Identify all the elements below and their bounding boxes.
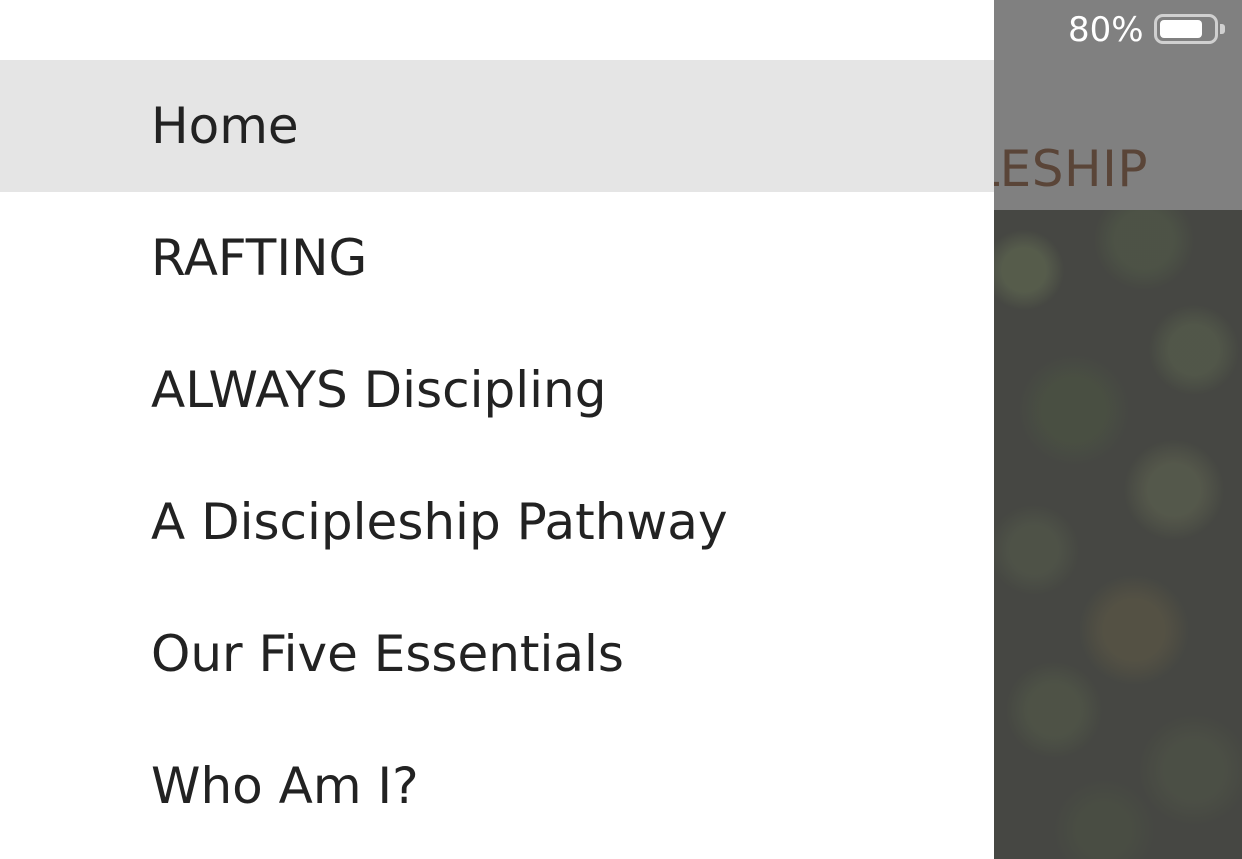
- navigation-drawer: Home RAFTING ALWAYS Discipling A Discipl…: [0, 0, 994, 859]
- battery-tip: [1220, 24, 1225, 34]
- menu-item-five-essentials[interactable]: Our Five Essentials: [0, 588, 994, 720]
- menu-item-discipleship-pathway[interactable]: A Discipleship Pathway: [0, 456, 994, 588]
- menu-item-who-am-i[interactable]: Who Am I?: [0, 720, 994, 852]
- menu-item-label: A Discipleship Pathway: [151, 493, 728, 551]
- menu-item-home[interactable]: Home: [0, 60, 994, 192]
- menu-item-rafting[interactable]: RAFTING: [0, 192, 994, 324]
- menu-item-always-discipling[interactable]: ALWAYS Discipling: [0, 324, 994, 456]
- background-page[interactable]: LESHIP: [994, 0, 1242, 859]
- menu-item-label: Who Am I?: [151, 757, 419, 815]
- dim-overlay[interactable]: [994, 210, 1242, 859]
- menu-item-label: Our Five Essentials: [151, 625, 624, 683]
- battery-percentage: 80%: [1068, 10, 1144, 50]
- menu-item-label: Home: [151, 97, 299, 155]
- screen: LESHIP 80% Home RAFTING ALWAYS Disciplin…: [0, 0, 1242, 859]
- page-header-title: LESHIP: [994, 140, 1148, 198]
- battery-level: [1160, 20, 1202, 38]
- menu-item-label: RAFTING: [151, 229, 368, 287]
- menu-item-label: ALWAYS Discipling: [151, 361, 607, 419]
- nav-menu: Home RAFTING ALWAYS Discipling A Discipl…: [0, 60, 994, 852]
- battery-icon: [1154, 14, 1218, 44]
